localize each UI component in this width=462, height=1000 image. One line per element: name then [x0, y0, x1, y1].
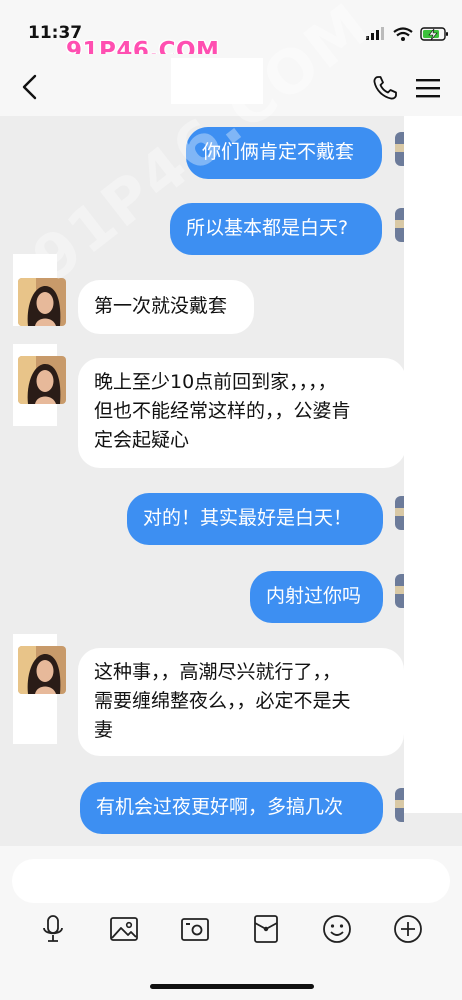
battery-charging-icon: [420, 27, 448, 41]
redacted-contact-name: [171, 58, 263, 104]
cellular-signal-icon: [366, 27, 384, 40]
message-text-line: 需要缠绵整夜么，，必定不是夫: [94, 690, 351, 712]
message-text: 你们俩肯定不戴套: [202, 141, 355, 163]
red-packet-icon[interactable]: [251, 914, 281, 944]
message-text-line: 晚上至少10点前回到家，，，，: [94, 371, 337, 393]
message-bubble-sent[interactable]: 有机会过夜更好啊，多搞几次: [80, 782, 383, 834]
message-bubble-sent[interactable]: 对的！其实最好是白天！: [127, 493, 383, 545]
home-indicator: [150, 984, 314, 989]
message-input[interactable]: [12, 859, 450, 903]
image-icon[interactable]: [109, 914, 139, 944]
my-avatar[interactable]: [395, 788, 404, 822]
status-bar: 11:37 91P46.COM: [0, 0, 462, 64]
message-text: 有机会过夜更好啊，多搞几次: [96, 796, 344, 818]
message-bubble-received[interactable]: 晚上至少10点前回到家，，，， 但也不能经常这样的，，公婆肯 定会起疑心: [78, 358, 406, 468]
emoji-icon[interactable]: [322, 914, 352, 944]
message-text-line: 但也不能经常这样的，，公婆肯: [94, 400, 351, 422]
message-text: 内射过你吗: [266, 585, 362, 607]
contact-avatar[interactable]: [18, 646, 66, 694]
phone-icon[interactable]: [372, 75, 398, 101]
input-bar: [0, 846, 462, 1000]
message-bubble-received[interactable]: 第一次就没戴套: [78, 280, 254, 334]
my-avatar[interactable]: [395, 208, 404, 242]
contact-avatar[interactable]: [18, 356, 66, 404]
wifi-icon: [393, 27, 413, 41]
message-bubble-sent[interactable]: 所以基本都是白天?: [170, 203, 382, 255]
contact-avatar[interactable]: [18, 278, 66, 326]
message-text: 所以基本都是白天?: [186, 217, 349, 239]
message-bubble-sent[interactable]: 你们俩肯定不戴套: [186, 127, 382, 179]
message-text: 第一次就没戴套: [94, 295, 228, 317]
message-text: 对的！其实最好是白天！: [143, 507, 353, 529]
microphone-icon[interactable]: [38, 914, 68, 944]
message-text-line: 这种事，，高潮尽兴就行了，，: [94, 661, 342, 683]
my-avatar[interactable]: [395, 574, 404, 608]
my-avatar[interactable]: [395, 132, 404, 166]
message-bubble-received[interactable]: 这种事，，高潮尽兴就行了，， 需要缠绵整夜么，，必定不是夫 妻: [78, 648, 404, 756]
camera-icon[interactable]: [180, 914, 210, 944]
message-bubble-sent[interactable]: 内射过你吗: [250, 571, 383, 623]
chat-header: [0, 54, 462, 116]
redaction-block-right: [404, 116, 462, 813]
message-text-line: 定会起疑心: [94, 429, 190, 451]
hamburger-menu-icon[interactable]: [414, 76, 442, 100]
message-text-line: 妻: [94, 719, 114, 741]
plus-circle-icon[interactable]: [393, 914, 423, 944]
my-avatar[interactable]: [395, 496, 404, 530]
message-list[interactable]: 你们俩肯定不戴套 所以基本都是白天? 第一次就没戴套 晚上至少10点前回到家，，…: [0, 116, 462, 846]
chevron-left-icon[interactable]: [18, 74, 42, 100]
